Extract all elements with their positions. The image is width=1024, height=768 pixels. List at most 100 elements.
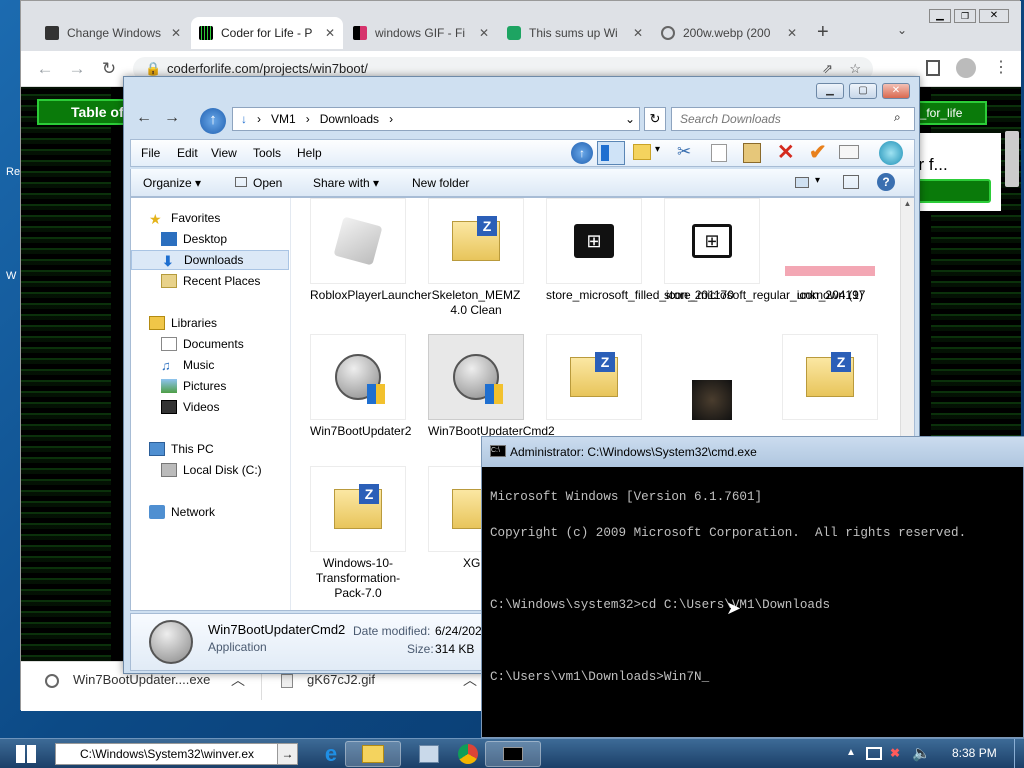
- go-arrow-icon[interactable]: →: [277, 744, 297, 764]
- restore-button[interactable]: ❐: [954, 9, 976, 23]
- search-input[interactable]: Search Downloads: [671, 107, 915, 131]
- new-folder-button[interactable]: New folder: [412, 176, 469, 190]
- close-icon[interactable]: ✕: [787, 26, 797, 40]
- scroll-up-arrow-icon[interactable]: ▲: [901, 198, 914, 210]
- close-icon[interactable]: ✕: [479, 26, 489, 40]
- tab-strip: Change Windows ✕ Coder for Life - P ✕ wi…: [21, 1, 1021, 51]
- new-tab-button[interactable]: +: [817, 21, 829, 44]
- delete-x-icon[interactable]: ✕: [777, 140, 795, 165]
- nav-documents[interactable]: Documents: [131, 334, 289, 354]
- minimize-button[interactable]: ▁: [816, 83, 844, 99]
- file-item[interactable]: [664, 334, 760, 424]
- breadcrumb[interactable]: ↓ › VM1 › Downloads › ⌄: [232, 107, 640, 131]
- file-item[interactable]: unknown (1): [782, 198, 878, 303]
- copy-icon[interactable]: [711, 144, 727, 162]
- chevron-down-icon[interactable]: ⌄: [625, 108, 635, 130]
- minimize-button[interactable]: ▁: [929, 9, 951, 23]
- nav-music[interactable]: ♫ Music: [131, 355, 289, 375]
- up-folder-icon[interactable]: ↑: [571, 142, 593, 164]
- nav-network[interactable]: Network: [131, 502, 289, 522]
- maximize-button[interactable]: ▢: [849, 83, 877, 99]
- taskbar-app[interactable]: [345, 741, 401, 767]
- sidepanel-icon[interactable]: [926, 60, 940, 76]
- preview-pane-toggle-icon[interactable]: [843, 175, 859, 189]
- chevron-down-icon[interactable]: ▾: [815, 175, 820, 186]
- refresh-icon[interactable]: ↻: [644, 107, 666, 131]
- menu-view[interactable]: View: [211, 146, 237, 160]
- clock[interactable]: 8:38 PM: [952, 746, 997, 760]
- run-address-box[interactable]: C:\Windows\System32\winver.ex: [55, 743, 298, 765]
- file-item[interactable]: Z Skeleton_MEMZ 4.0 Clean: [428, 198, 524, 318]
- menu-file[interactable]: File: [141, 146, 160, 160]
- file-item[interactable]: ⊞ store_microsoft_regular_icon_204197: [664, 198, 865, 303]
- page-scrollbar-thumb[interactable]: [1005, 131, 1019, 187]
- forward-arrow-icon[interactable]: →: [65, 57, 89, 81]
- open-button[interactable]: Open: [235, 176, 282, 190]
- tab-change-windows[interactable]: Change Windows ✕: [37, 17, 189, 49]
- profile-avatar-icon[interactable]: [956, 58, 976, 78]
- share-with-button[interactable]: Share with ▾: [313, 176, 379, 190]
- breadcrumb-item[interactable]: VM1: [271, 108, 296, 130]
- help-icon[interactable]: ?: [877, 173, 895, 191]
- organize-button[interactable]: Organize ▾: [143, 176, 201, 190]
- folder-options-icon[interactable]: [633, 144, 651, 160]
- nav-desktop[interactable]: Desktop: [131, 229, 289, 249]
- show-hidden-icons-chevron-icon[interactable]: ▲: [846, 747, 856, 758]
- back-arrow-icon[interactable]: ←: [33, 57, 57, 81]
- nav-videos[interactable]: Videos: [131, 397, 289, 417]
- menu-help[interactable]: Help: [297, 146, 322, 160]
- security-alert-icon[interactable]: ✖: [890, 746, 900, 760]
- nav-libraries[interactable]: Libraries: [131, 313, 289, 333]
- download-item-name[interactable]: gK67cJ2.gif: [307, 672, 375, 687]
- nav-pictures[interactable]: Pictures: [131, 376, 289, 396]
- file-item-selected[interactable]: Win7BootUpdaterCmd2: [428, 334, 555, 439]
- network-status-icon[interactable]: [866, 747, 882, 760]
- menu-edit[interactable]: Edit: [177, 146, 198, 160]
- preview-pane-icon[interactable]: [597, 141, 625, 165]
- tab-coder-for-life[interactable]: Coder for Life - P ✕: [191, 17, 343, 49]
- tab-windows-gif[interactable]: windows GIF - Fi ✕: [345, 17, 497, 49]
- file-item[interactable]: RobloxPlayerLauncher: [310, 198, 431, 303]
- taskbar-app[interactable]: [485, 741, 541, 767]
- nav-downloads[interactable]: ⬇ Downloads: [131, 250, 289, 270]
- globe-icon[interactable]: [879, 141, 903, 165]
- tab-this-sums-up[interactable]: This sums up Wi ✕: [499, 17, 651, 49]
- rename-icon[interactable]: [839, 145, 859, 159]
- nav-this-pc[interactable]: This PC: [131, 439, 289, 459]
- tab-search-chevron-icon[interactable]: ⌄: [897, 23, 907, 37]
- file-item[interactable]: ⊞ store_microsoft_filled_icon_201170: [546, 198, 734, 303]
- nav-recent-places[interactable]: Recent Places: [131, 271, 289, 291]
- paste-icon[interactable]: [743, 143, 761, 163]
- cmd-titlebar[interactable]: C:\ Administrator: C:\Windows\System32\c…: [482, 437, 1024, 467]
- file-item[interactable]: Win7BootUpdater2: [310, 334, 411, 439]
- back-arrow-icon[interactable]: ←: [136, 109, 152, 127]
- terminal-output[interactable]: Microsoft Windows [Version 6.1.7601] Cop…: [490, 467, 1020, 737]
- menu-kebab-icon[interactable]: ⋮: [993, 57, 1009, 77]
- tab-200w-webp[interactable]: 200w.webp (200 ✕: [653, 17, 805, 49]
- view-options-icon[interactable]: [795, 177, 809, 188]
- file-item[interactable]: Z: [546, 334, 642, 424]
- breadcrumb-item[interactable]: Downloads: [320, 108, 379, 130]
- close-icon[interactable]: ✕: [171, 26, 181, 40]
- up-arrow-icon[interactable]: ↑: [200, 108, 226, 134]
- forward-arrow-icon[interactable]: →: [164, 109, 180, 127]
- close-window-button[interactable]: ✕: [882, 83, 910, 99]
- nav-local-disk[interactable]: Local Disk (C:): [131, 460, 289, 480]
- nav-favorites[interactable]: ★ Favorites: [131, 208, 289, 228]
- close-icon[interactable]: ✕: [325, 26, 335, 40]
- chevron-down-icon[interactable]: ▾: [655, 144, 660, 155]
- volume-icon[interactable]: 🔈: [912, 744, 931, 762]
- file-item[interactable]: Z Windows-10-Transformation-Pack-7.0: [310, 466, 406, 601]
- show-desktop-button[interactable]: [1014, 739, 1024, 768]
- download-item-name[interactable]: Win7BootUpdater....exe: [73, 672, 210, 687]
- properties-check-icon[interactable]: ✔: [809, 140, 827, 165]
- cut-scissors-icon[interactable]: ✂: [677, 142, 691, 162]
- explorer-titlebar[interactable]: ▁ ▢ ✕: [124, 77, 921, 105]
- close-icon[interactable]: ✕: [633, 26, 643, 40]
- search-icon[interactable]: ⌕: [894, 110, 901, 125]
- windows-start-icon[interactable]: [16, 745, 36, 763]
- file-item[interactable]: Z: [782, 334, 878, 424]
- reload-icon[interactable]: ↻: [97, 57, 121, 81]
- menu-tools[interactable]: Tools: [253, 146, 281, 160]
- close-window-button[interactable]: ✕: [979, 9, 1009, 23]
